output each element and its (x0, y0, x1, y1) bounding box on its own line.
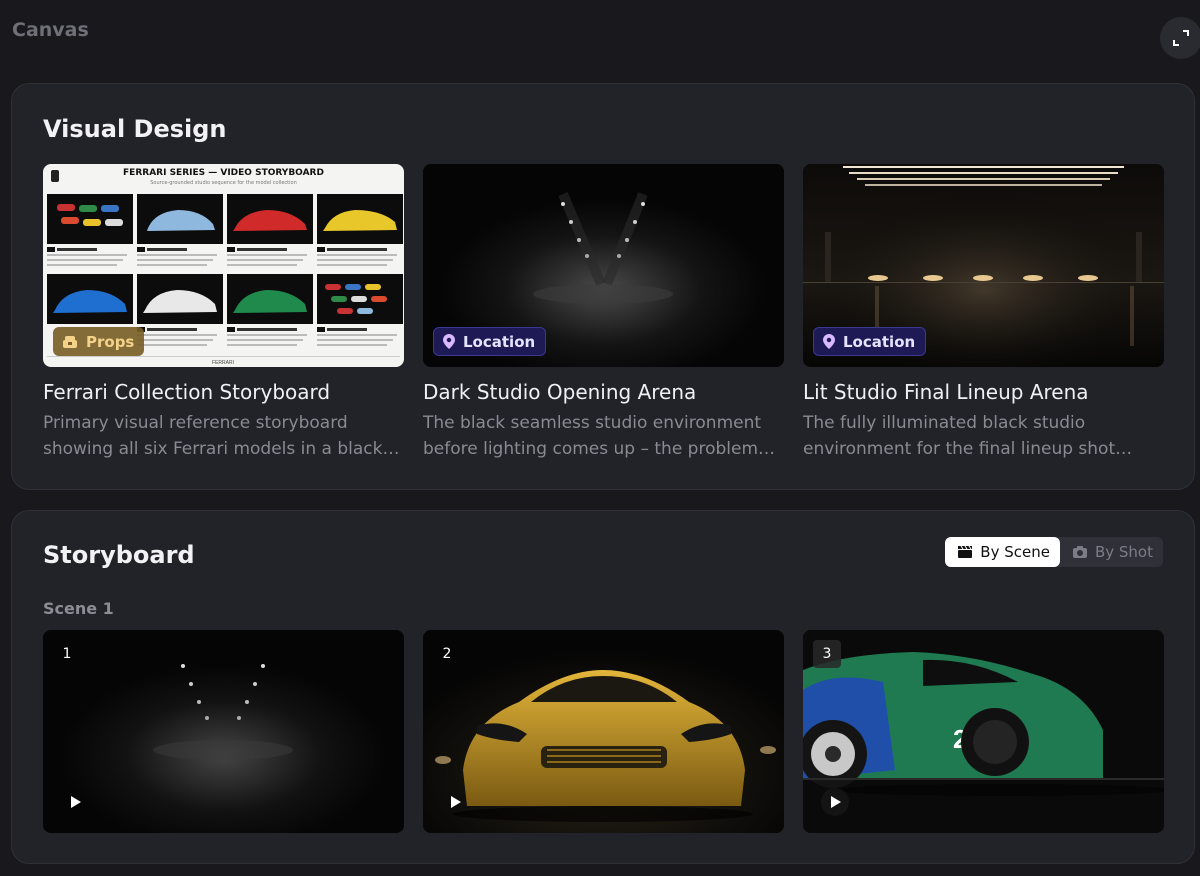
camera-icon (1072, 546, 1087, 558)
shot-2-image (423, 630, 784, 833)
shot-3-image: 25 (803, 630, 1164, 833)
shot-number: 2 (442, 646, 452, 662)
location-pin-icon (823, 334, 835, 349)
expand-button[interactable] (1160, 17, 1200, 59)
card-title: Dark Studio Opening Arena (423, 380, 697, 404)
scene-label: Scene 1 (43, 599, 114, 618)
view-toggle: By Scene By Shot (945, 537, 1163, 567)
by-scene-button[interactable]: By Scene (945, 537, 1060, 567)
shot-1-image (43, 630, 404, 833)
play-icon (831, 796, 841, 808)
card-thumbnail: Location (423, 164, 784, 367)
storyboard-panel: Storyboard By Scene By Shot Scene 1 1 2 … (11, 510, 1195, 864)
tag-location: Location (433, 327, 547, 356)
card-thumbnail: FERRARI SERIES — VIDEO STORYBOARD Source… (43, 164, 404, 367)
tag-label: Location (843, 332, 916, 351)
tag-label: Location (463, 332, 536, 351)
tag-label: Props (86, 332, 135, 351)
clapperboard-icon (958, 545, 973, 558)
shot-card-3[interactable]: 25 3 (803, 630, 1164, 833)
storyboard-title: Storyboard (43, 541, 195, 569)
card-description: The fully illuminated black studio envir… (803, 413, 1116, 459)
play-button[interactable] (821, 788, 849, 816)
expand-icon (1173, 30, 1189, 46)
card-title: Ferrari Collection Storyboard (43, 380, 331, 404)
canvas-title: Canvas (12, 19, 89, 41)
play-icon (71, 796, 81, 808)
by-shot-label: By Shot (1094, 543, 1153, 561)
card-title: Lit Studio Final Lineup Arena (803, 380, 1089, 404)
svg-text:FERRARI: FERRARI (212, 360, 234, 366)
location-pin-icon (443, 334, 455, 349)
visual-design-panel: Visual Design FERRARI SERIES — VIDEO STO… (11, 83, 1195, 490)
by-shot-button[interactable]: By Shot (1060, 537, 1163, 567)
play-icon (451, 796, 461, 808)
tag-location: Location (813, 327, 927, 356)
asset-card-dark-studio[interactable]: Location Dark Studio Opening Arena The b… (423, 164, 784, 462)
play-button[interactable] (441, 788, 469, 816)
by-scene-label: By Scene (980, 543, 1050, 561)
asset-card-lit-studio[interactable]: Location Lit Studio Final Lineup Arena T… (803, 164, 1164, 462)
card-description: Primary visual reference storyboard show… (43, 413, 400, 459)
shot-card-2[interactable]: 2 (423, 630, 784, 833)
shot-number: 1 (62, 646, 72, 662)
card-description: The black seamless studio environment be… (423, 413, 776, 459)
asset-card-ferrari-storyboard[interactable]: FERRARI SERIES — VIDEO STORYBOARD Source… (43, 164, 404, 462)
tag-props: Props (53, 327, 145, 356)
shot-card-1[interactable]: 1 (43, 630, 404, 833)
play-button[interactable] (61, 788, 89, 816)
visual-design-title: Visual Design (43, 115, 227, 143)
shot-number: 3 (813, 640, 841, 668)
card-thumbnail: Location (803, 164, 1164, 367)
props-icon (63, 335, 77, 348)
